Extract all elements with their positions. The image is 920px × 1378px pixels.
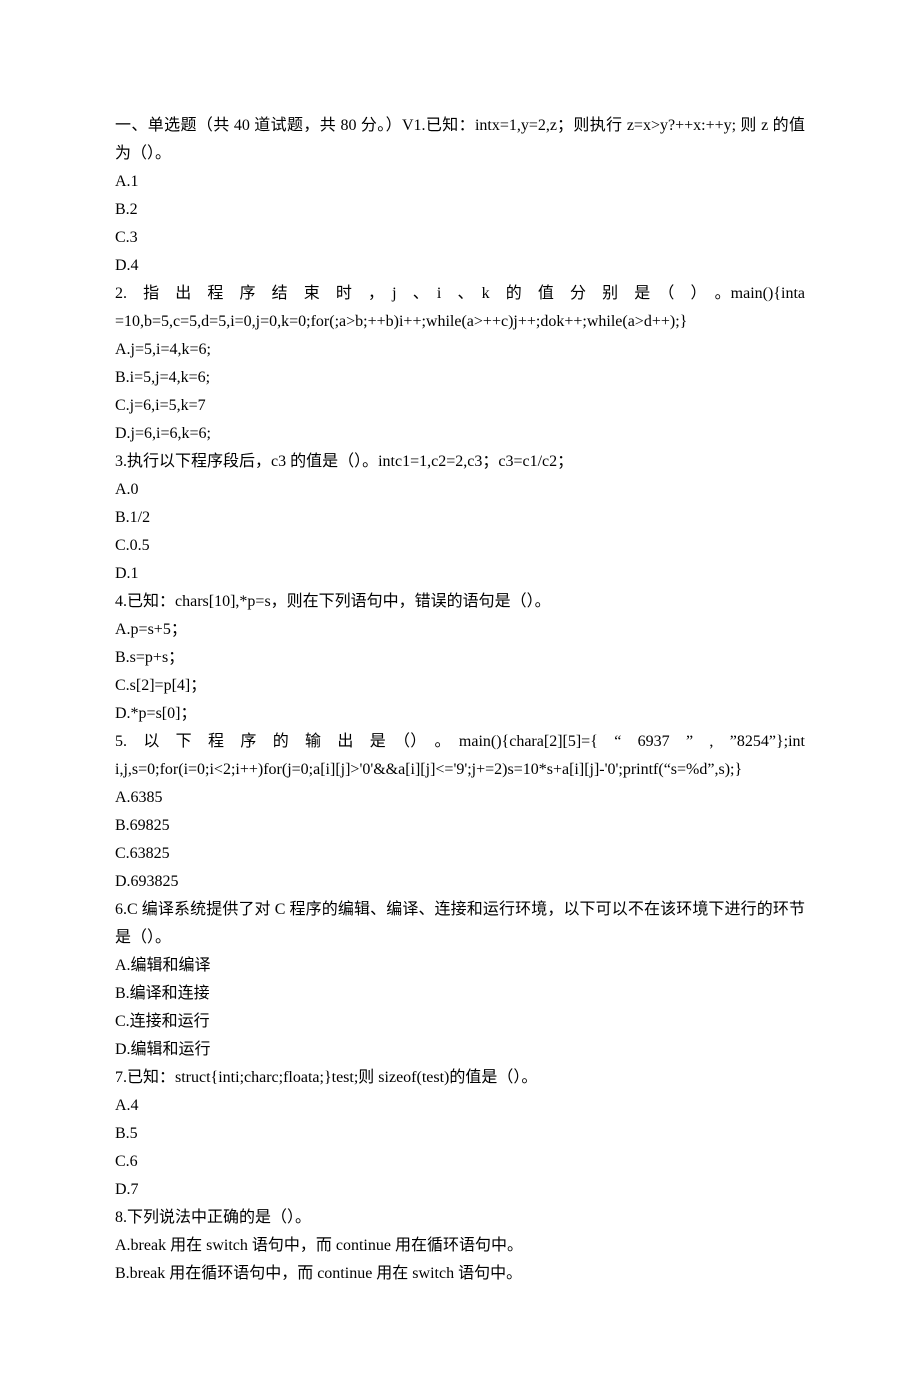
text-line: D.编辑和运行 <box>115 1036 805 1064</box>
text-line: A.4 <box>115 1092 805 1120</box>
text-line: C.6 <box>115 1148 805 1176</box>
text-line: B.s=p+s； <box>115 644 805 672</box>
text-line: A.j=5,i=4,k=6; <box>115 336 805 364</box>
text-line: 8.下列说法中正确的是（）。 <box>115 1204 805 1232</box>
text-line: D.1 <box>115 560 805 588</box>
text-line: A.编辑和编译 <box>115 952 805 980</box>
text-line: 5. 以 下 程 序 的 输 出 是 （） 。 main(){chara[2][… <box>115 728 805 784</box>
text-line: A.p=s+5； <box>115 616 805 644</box>
document-page: 一、单选题（共 40 道试题，共 80 分。）V1.已知：intx=1,y=2,… <box>0 0 920 1378</box>
text-line: D.7 <box>115 1176 805 1204</box>
text-line: D.4 <box>115 252 805 280</box>
text-line: 6.C 编译系统提供了对 C 程序的编辑、编译、连接和运行环境，以下可以不在该环… <box>115 896 805 952</box>
text-line: B.break 用在循环语句中，而 continue 用在 switch 语句中… <box>115 1260 805 1288</box>
text-line: A.6385 <box>115 784 805 812</box>
text-line: A.break 用在 switch 语句中，而 continue 用在循环语句中… <box>115 1232 805 1260</box>
text-line: B.编译和连接 <box>115 980 805 1008</box>
text-line: B.69825 <box>115 812 805 840</box>
text-line: B.1/2 <box>115 504 805 532</box>
text-line: D.j=6,i=6,k=6; <box>115 420 805 448</box>
text-line: D.693825 <box>115 868 805 896</box>
text-line: C.连接和运行 <box>115 1008 805 1036</box>
text-line: C.j=6,i=5,k=7 <box>115 392 805 420</box>
text-line: C.63825 <box>115 840 805 868</box>
text-line: B.5 <box>115 1120 805 1148</box>
text-line: C.0.5 <box>115 532 805 560</box>
text-line: 一、单选题（共 40 道试题，共 80 分。）V1.已知：intx=1,y=2,… <box>115 112 805 168</box>
text-line: D.*p=s[0]； <box>115 700 805 728</box>
text-line: 3.执行以下程序段后，c3 的值是（）。intc1=1,c2=2,c3；c3=c… <box>115 448 805 476</box>
text-line: 7.已知：struct{inti;charc;floata;}test;则 si… <box>115 1064 805 1092</box>
text-line: C.s[2]=p[4]； <box>115 672 805 700</box>
text-line: C.3 <box>115 224 805 252</box>
text-line: 4.已知：chars[10],*p=s，则在下列语句中，错误的语句是（）。 <box>115 588 805 616</box>
text-line: A.1 <box>115 168 805 196</box>
text-line: 2. 指 出 程 序 结 束 时 ， j 、 i 、 k 的 值 分 别 是 （… <box>115 280 805 336</box>
text-line: B.i=5,j=4,k=6; <box>115 364 805 392</box>
text-line: A.0 <box>115 476 805 504</box>
text-line: B.2 <box>115 196 805 224</box>
